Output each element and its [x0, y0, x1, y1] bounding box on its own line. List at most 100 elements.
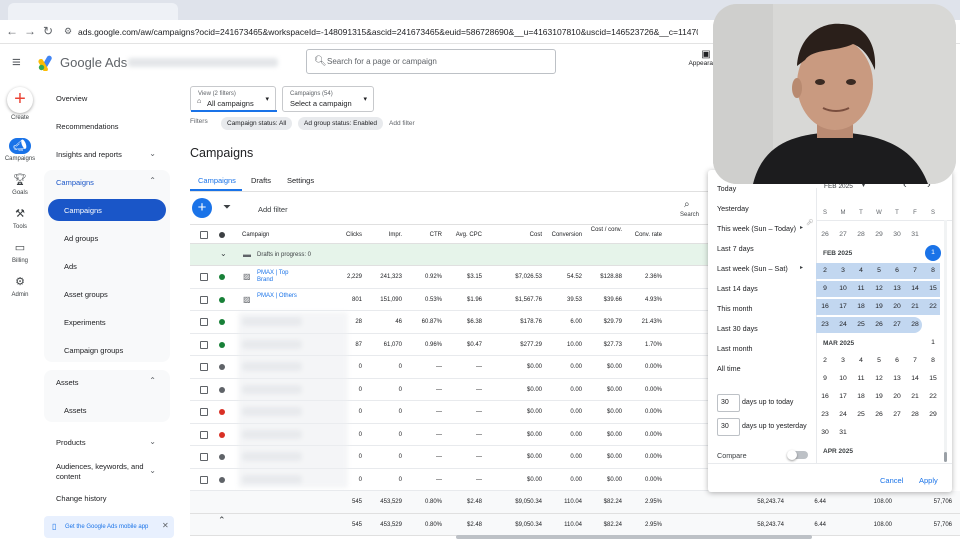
calendar-day[interactable]: 2 [817, 353, 833, 369]
calendar-day[interactable]: 18 [853, 389, 869, 405]
calendar-day[interactable]: 19 [871, 389, 887, 405]
calendar-day[interactable]: 4 [853, 263, 869, 279]
row-checkbox[interactable] [200, 408, 208, 416]
col-ctr[interactable]: CTR [408, 232, 442, 238]
row-checkbox[interactable] [200, 363, 208, 371]
calendar-day[interactable]: 8 [925, 263, 941, 279]
calendar-scrollbar-thumb[interactable] [944, 452, 947, 462]
calendar-day[interactable]: 23 [817, 317, 833, 333]
rail-tools[interactable]: ⚒ Tools [2, 206, 38, 230]
calendar-day[interactable]: 16 [817, 299, 833, 315]
calendar-day[interactable]: 28 [853, 227, 869, 243]
calendar-day[interactable]: 7 [907, 263, 923, 279]
row-checkbox[interactable] [200, 475, 208, 484]
site-info-icon[interactable]: ⚙ [60, 23, 76, 39]
reload-icon[interactable]: ↻ [40, 23, 56, 39]
row-checkbox[interactable] [200, 340, 208, 349]
calendar-day[interactable]: 15 [925, 281, 941, 297]
nav-campaigns[interactable]: Campaigns [64, 206, 102, 215]
calendar-day[interactable]: 6 [889, 263, 905, 279]
calendar-day[interactable]: 31 [835, 425, 851, 441]
mobile-app-banner[interactable]: ▯ Get the Google Ads mobile app ✕ [44, 516, 174, 538]
col-impr[interactable]: Impr. [368, 232, 402, 238]
calendar-day[interactable]: 5 [871, 263, 887, 279]
calendar-day[interactable]: 25 [853, 317, 869, 333]
row-checkbox[interactable] [200, 385, 208, 394]
preset-option[interactable]: This week (Sun – Today) [717, 224, 796, 233]
calendar-day[interactable]: 7 [907, 353, 923, 369]
calendar-day[interactable]: 26 [871, 407, 887, 423]
calendar-day[interactable]: 14 [907, 281, 923, 297]
calendar-day[interactable]: 16 [817, 389, 833, 405]
preset-option[interactable]: All time [717, 364, 741, 373]
nav-ads[interactable]: Ads [64, 262, 77, 271]
chevron-down-icon[interactable]: ⌄ [220, 249, 227, 258]
calendar-day[interactable]: 17 [835, 389, 851, 405]
filter-icon[interactable]: ⏷ [223, 202, 231, 213]
calendar-day[interactable]: 30 [817, 425, 833, 441]
nav-assets[interactable]: Assets [64, 406, 87, 415]
preset-option[interactable]: Last month [717, 344, 753, 353]
rail-admin[interactable]: ⚙ Admin [2, 274, 38, 298]
add-campaign-button[interactable]: + [192, 198, 212, 218]
row-checkbox[interactable] [200, 318, 208, 326]
calendar-day[interactable]: 28 [907, 317, 923, 333]
chevron-down-icon[interactable]: ⌄ [149, 437, 156, 446]
calendar-day[interactable]: 20 [889, 299, 905, 315]
preset-option[interactable]: Last 7 days [717, 244, 754, 253]
calendar-day[interactable]: 9 [817, 281, 833, 297]
calendar-day[interactable]: 24 [835, 407, 851, 423]
drafts-row[interactable]: ⌄ ▬ Drafts in progress: 0 [190, 244, 710, 266]
add-filter-link[interactable]: Add filter [389, 120, 415, 127]
tab-campaigns[interactable]: Campaigns [198, 176, 236, 185]
forward-icon[interactable]: → [22, 23, 38, 39]
tab-settings[interactable]: Settings [287, 176, 314, 185]
calendar-day[interactable]: 15 [925, 371, 941, 387]
tab-drafts[interactable]: Drafts [251, 176, 271, 185]
calendar-day[interactable]: 26 [871, 317, 887, 333]
campaign-select-dropdown[interactable]: Campaigns (54) Select a campaign ▾ [282, 86, 374, 112]
preset-option[interactable]: This month [717, 304, 753, 313]
row-checkbox[interactable] [200, 295, 208, 304]
calendar-day[interactable]: 25 [853, 407, 869, 423]
rail-billing[interactable]: ▭ Billing [2, 240, 38, 264]
calendar-day[interactable]: 5 [871, 353, 887, 369]
calendar-day[interactable]: 21 [907, 299, 923, 315]
nav-ad-groups[interactable]: Ad groups [64, 234, 98, 243]
calendar-day[interactable]: 12 [871, 371, 887, 387]
nav-assets-group[interactable]: Assets [56, 378, 79, 387]
nav-recommendations[interactable]: Recommendations [56, 122, 119, 131]
selected-start-day[interactable]: 1 [925, 245, 941, 261]
row-checkbox[interactable] [200, 430, 208, 439]
nav-overview[interactable]: Overview [56, 94, 87, 103]
chevron-up-icon[interactable]: ⌃ [149, 376, 156, 385]
calendar-day[interactable]: 22 [925, 299, 941, 315]
nav-products[interactable]: Products [56, 438, 86, 447]
calendar-day[interactable]: 17 [835, 299, 851, 315]
close-icon[interactable]: ✕ [162, 521, 169, 530]
col-conversion[interactable]: Conversion [546, 232, 582, 238]
table-row[interactable]: ▨ PMAX | Top Brand 2,229 241,323 0.92% $3.15 $… [190, 266, 710, 289]
col-cost-conv[interactable]: Cost / conv. [586, 227, 622, 234]
calendar-day[interactable]: 9 [817, 371, 833, 387]
preset-option[interactable]: Last week (Sun – Sat) [717, 264, 788, 273]
col-clicks[interactable]: Clicks [328, 232, 362, 238]
cancel-button[interactable]: Cancel [880, 476, 903, 485]
col-campaign[interactable]: Campaign [242, 232, 269, 238]
row-checkbox[interactable] [200, 273, 208, 281]
nav-change-history[interactable]: Change history [56, 494, 106, 503]
calendar-day[interactable]: 4 [853, 353, 869, 369]
chevron-down-icon[interactable]: ⌄ [149, 466, 156, 475]
campaign-name-link[interactable]: PMAX | Top Brand [257, 270, 297, 284]
table-row[interactable]: ▨ PMAX | Others 801 151,090 0.53% $1.96 $1,567… [190, 288, 710, 311]
calendar-day[interactable]: 29 [871, 227, 887, 243]
preset-option[interactable]: Last 30 days [717, 324, 758, 333]
back-icon[interactable]: ← [4, 23, 20, 39]
col-avg-cpc[interactable]: Avg. CPC [446, 232, 482, 238]
calendar-day[interactable]: 11 [853, 371, 869, 387]
filter-chip-adgroup-status[interactable]: Ad group status: Enabled [298, 117, 383, 130]
filter-chip-campaign-status[interactable]: Campaign status: All [221, 117, 293, 130]
table-horizontal-scrollbar[interactable] [456, 535, 812, 539]
apply-button[interactable]: Apply [919, 476, 938, 485]
calendar-day[interactable]: 18 [853, 299, 869, 315]
